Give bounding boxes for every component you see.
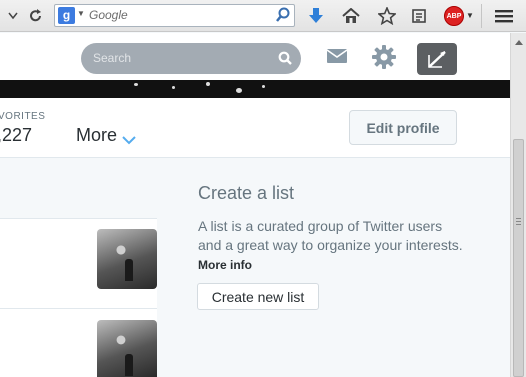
page-scrollbar[interactable] bbox=[510, 33, 526, 377]
reading-list-icon[interactable] bbox=[409, 5, 429, 27]
bookmark-star-icon[interactable] bbox=[377, 5, 397, 27]
adblock-caret-icon[interactable]: ▼ bbox=[466, 11, 474, 20]
browser-search-input[interactable]: Google bbox=[89, 8, 128, 22]
list-avatar[interactable] bbox=[97, 320, 157, 377]
chevron-down-icon[interactable] bbox=[122, 132, 136, 150]
menu-icon[interactable] bbox=[494, 5, 514, 27]
profile-stats-bar: VORITES ,227 More Edit profile bbox=[0, 98, 510, 158]
compose-tweet-button[interactable] bbox=[417, 43, 457, 75]
engine-caret-icon[interactable]: ▼ bbox=[77, 9, 85, 18]
toolbar-divider bbox=[481, 4, 482, 28]
twitter-search-input[interactable]: Search bbox=[81, 43, 301, 74]
dropdown-chevron-icon[interactable] bbox=[3, 5, 23, 27]
person-figure bbox=[125, 259, 133, 281]
compose-quill-icon bbox=[428, 51, 446, 68]
create-new-list-button[interactable]: Create new list bbox=[197, 283, 319, 310]
create-list-description-text: A list is a curated group of Twitter use… bbox=[198, 218, 463, 253]
google-engine-icon[interactable]: g bbox=[58, 7, 75, 24]
person-figure bbox=[125, 354, 133, 376]
download-icon[interactable] bbox=[306, 5, 326, 27]
adblock-plus-icon[interactable]: ABP bbox=[444, 6, 464, 26]
profile-header-banner bbox=[0, 80, 510, 98]
search-icon[interactable] bbox=[278, 51, 292, 70]
home-icon[interactable] bbox=[341, 5, 361, 27]
edit-profile-button[interactable]: Edit profile bbox=[349, 110, 457, 145]
twitter-search-placeholder: Search bbox=[93, 51, 132, 65]
create-list-title: Create a list bbox=[198, 183, 295, 203]
browser-search-box[interactable]: g ▼ Google bbox=[54, 4, 295, 27]
list-avatar[interactable] bbox=[97, 229, 157, 289]
favorites-count[interactable]: ,227 bbox=[0, 125, 32, 146]
more-menu-button[interactable]: More bbox=[76, 125, 117, 146]
favorites-label: VORITES bbox=[0, 111, 46, 122]
scroll-up-arrow-icon[interactable] bbox=[511, 33, 526, 50]
search-icon[interactable] bbox=[276, 7, 290, 28]
reload-icon[interactable] bbox=[26, 5, 46, 27]
browser-toolbar: g ▼ Google ABP ▼ bbox=[0, 0, 526, 32]
create-list-description: A list is a curated group of Twitter use… bbox=[198, 217, 468, 275]
settings-gear-icon[interactable] bbox=[371, 44, 397, 75]
scrollbar-thumb[interactable] bbox=[513, 139, 524, 377]
more-info-link[interactable]: More info bbox=[198, 258, 252, 272]
messages-envelope-icon[interactable] bbox=[326, 47, 348, 70]
twitter-top-nav: Search bbox=[0, 33, 510, 80]
